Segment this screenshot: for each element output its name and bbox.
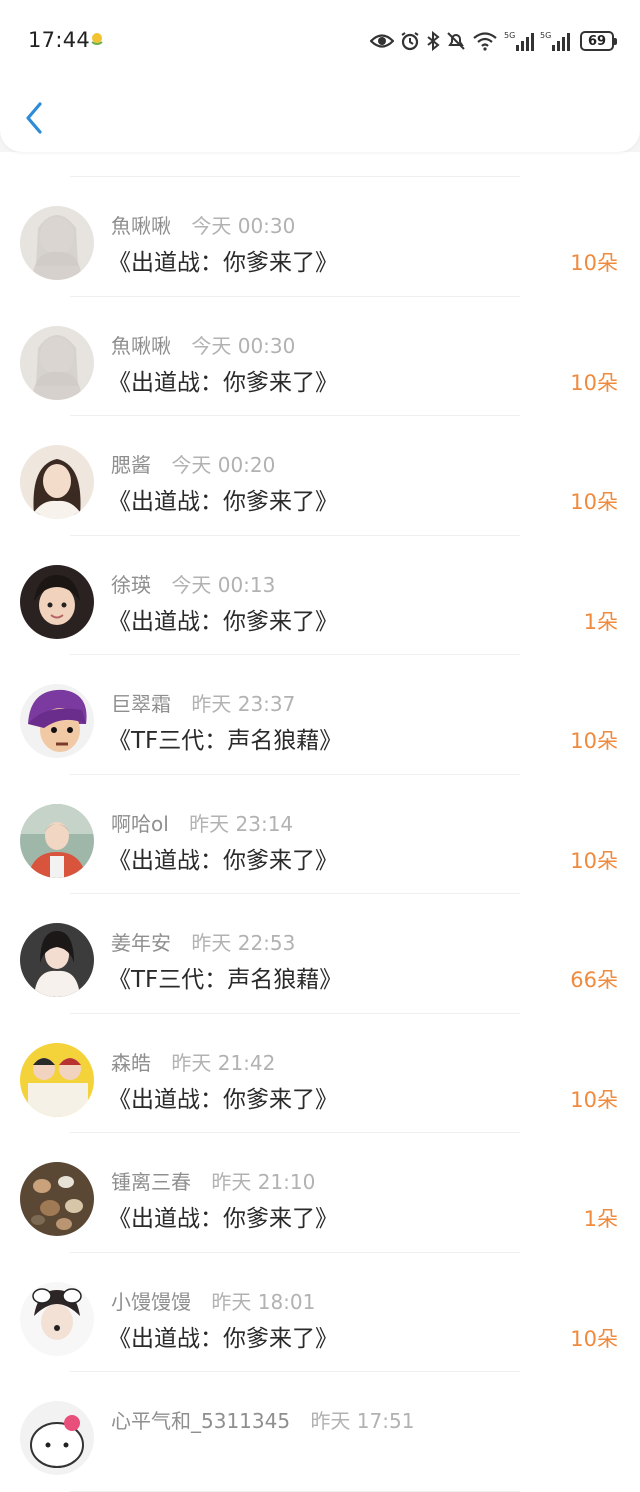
sender-line: 巨翠霜 昨天 23:37: [111, 688, 295, 717]
gift-row[interactable]: 锺离三春 昨天 21:10 《出道战：你爹来了》 1朵: [0, 1133, 640, 1253]
mute-icon: [446, 29, 466, 53]
sender-line: 森皓 昨天 21:42: [111, 1047, 275, 1076]
gift-time: 昨天 23:14: [189, 811, 294, 836]
gift-amount: 10朵: [570, 1326, 618, 1351]
sender-name: 锺离三春: [111, 1170, 191, 1194]
gift-list: 魚啾啾 今天 00:30 《出道战：你爹来了》 10朵 魚啾啾 今天 00:30…: [0, 152, 640, 1492]
chevron-left-icon[interactable]: [18, 98, 52, 138]
gift-time: 昨天 21:42: [171, 1050, 276, 1075]
avatar[interactable]: [20, 803, 94, 878]
gift-amount: 66朵: [570, 968, 618, 992]
gift-time: 昨天 23:37: [191, 692, 296, 716]
gift-row[interactable]: 巨翠霜 昨天 23:37 《TF三代：声名狼藉》 10朵: [0, 655, 640, 775]
avatar[interactable]: [20, 1281, 94, 1356]
sender-name: 魚啾啾: [111, 333, 171, 358]
book-title: 《出道战：你爹来了》: [108, 847, 338, 874]
sender-name: 魚啾啾: [111, 214, 171, 238]
status-icons: 5G 5G 69: [370, 28, 617, 54]
sender-line: 心平气和_5311345 昨天 17:51: [111, 1405, 414, 1434]
sender-name: 巨翠霜: [111, 692, 171, 716]
signal-icon-2: 5G: [540, 29, 570, 53]
book-title: 《出道战：你爹来了》: [108, 250, 338, 276]
sender-name: 啊哈ol: [111, 811, 169, 836]
book-title: 《出道战：你爹来了》: [108, 1325, 338, 1352]
alarm-icon: [400, 29, 420, 53]
gift-amount: 1朵: [583, 1207, 618, 1231]
sender-name: 腮酱: [111, 453, 151, 477]
gift-amount: 10朵: [570, 490, 618, 514]
gift-row[interactable]: 森皓 昨天 21:42 《出道战：你爹来了》 10朵: [0, 1014, 640, 1133]
sender-line: 腮酱 今天 00:20: [111, 449, 275, 478]
sender-line: 小馒馒馒 昨天 18:01: [111, 1286, 315, 1315]
avatar[interactable]: [20, 564, 94, 639]
gift-time: 昨天 17:51: [310, 1409, 415, 1433]
status-bar: 17:44 5G 5G 69: [0, 0, 640, 82]
sender-line: 锺离三春 昨天 21:10: [111, 1166, 315, 1195]
book-title: 《出道战：你爹来了》: [108, 369, 338, 396]
gift-amount: 10朵: [570, 251, 618, 275]
gift-row[interactable]: 腮酱 今天 00:20 《出道战：你爹来了》 10朵: [0, 416, 640, 536]
top-header: 17:44 5G 5G 69: [0, 0, 640, 152]
book-title: 《出道战：你爹来了》: [108, 1086, 338, 1113]
sender-name: 徐瑛: [111, 572, 151, 597]
sender-line: 徐瑛 今天 00:13: [111, 569, 275, 598]
status-time: 17:44: [28, 28, 91, 52]
signal-icon-1: 5G: [504, 29, 534, 53]
gift-amount: 1朵: [583, 609, 618, 634]
book-title: 《出道战：你爹来了》: [108, 489, 338, 515]
gift-row[interactable]: 啊哈ol 昨天 23:14 《出道战：你爹来了》 10朵: [0, 775, 640, 894]
avatar[interactable]: [20, 325, 94, 400]
avatar[interactable]: [20, 445, 94, 519]
sender-name: 小馒馒馒: [111, 1289, 191, 1314]
gift-time: 今天 00:13: [171, 572, 276, 597]
sender-line: 啊哈ol 昨天 23:14: [111, 808, 293, 837]
gift-row[interactable]: 姜年安 昨天 22:53 《TF三代：声名狼藉》 66朵: [0, 894, 640, 1014]
gift-amount: 10朵: [570, 1087, 618, 1112]
eye-icon: [370, 29, 394, 53]
avatar[interactable]: [20, 1042, 94, 1117]
gift-amount: 10朵: [570, 729, 618, 753]
battery-icon: 69: [580, 31, 617, 51]
avatar[interactable]: [20, 684, 94, 758]
sender-line: 魚啾啾 今天 00:30: [111, 330, 295, 359]
battery-level: 69: [587, 33, 607, 49]
avatar[interactable]: [20, 923, 94, 997]
gift-time: 昨天 21:10: [211, 1170, 316, 1194]
gift-row[interactable]: 魚啾啾 今天 00:30 《出道战：你爹来了》 10朵: [0, 297, 640, 416]
book-title: 《出道战：你爹来了》: [108, 608, 338, 635]
gift-time: 昨天 18:01: [211, 1289, 316, 1314]
gift-row[interactable]: 心平气和_5311345 昨天 17:51: [0, 1372, 640, 1492]
gift-time: 今天 00:30: [191, 214, 296, 238]
signal-label-1: 5G: [504, 31, 515, 40]
book-title: 《出道战：你爹来了》: [108, 1206, 338, 1232]
gift-time: 昨天 22:53: [191, 931, 296, 955]
gift-row[interactable]: 小馒馒馒 昨天 18:01 《出道战：你爹来了》 10朵: [0, 1253, 640, 1372]
sender-line: 魚啾啾 今天 00:30: [111, 210, 295, 239]
avatar[interactable]: [20, 206, 94, 280]
wifi-icon: [472, 29, 498, 53]
gift-row[interactable]: 魚啾啾 今天 00:30 《出道战：你爹来了》 10朵: [0, 177, 640, 297]
avatar[interactable]: [20, 1162, 94, 1236]
book-title: 《TF三代：声名狼藉》: [108, 728, 343, 754]
sender-line: 姜年安 昨天 22:53: [111, 927, 295, 956]
book-title: 《TF三代：声名狼藉》: [108, 967, 343, 993]
gift-amount: 10朵: [570, 848, 618, 873]
sender-name: 姜年安: [111, 931, 171, 955]
gift-row[interactable]: 徐瑛 今天 00:13 《出道战：你爹来了》 1朵: [0, 536, 640, 655]
gift-time: 今天 00:30: [191, 333, 296, 358]
row-divider: [70, 1490, 520, 1492]
avatar[interactable]: [20, 1401, 94, 1475]
gift-amount: 10朵: [570, 370, 618, 395]
list-top-divider: [70, 152, 520, 177]
signal-label-2: 5G: [540, 31, 551, 40]
weather-icon: [91, 33, 103, 45]
sender-name: 森皓: [111, 1050, 151, 1075]
sender-name: 心平气和_5311345: [111, 1409, 291, 1433]
bluetooth-icon: [426, 29, 440, 53]
gift-time: 今天 00:20: [171, 453, 276, 477]
